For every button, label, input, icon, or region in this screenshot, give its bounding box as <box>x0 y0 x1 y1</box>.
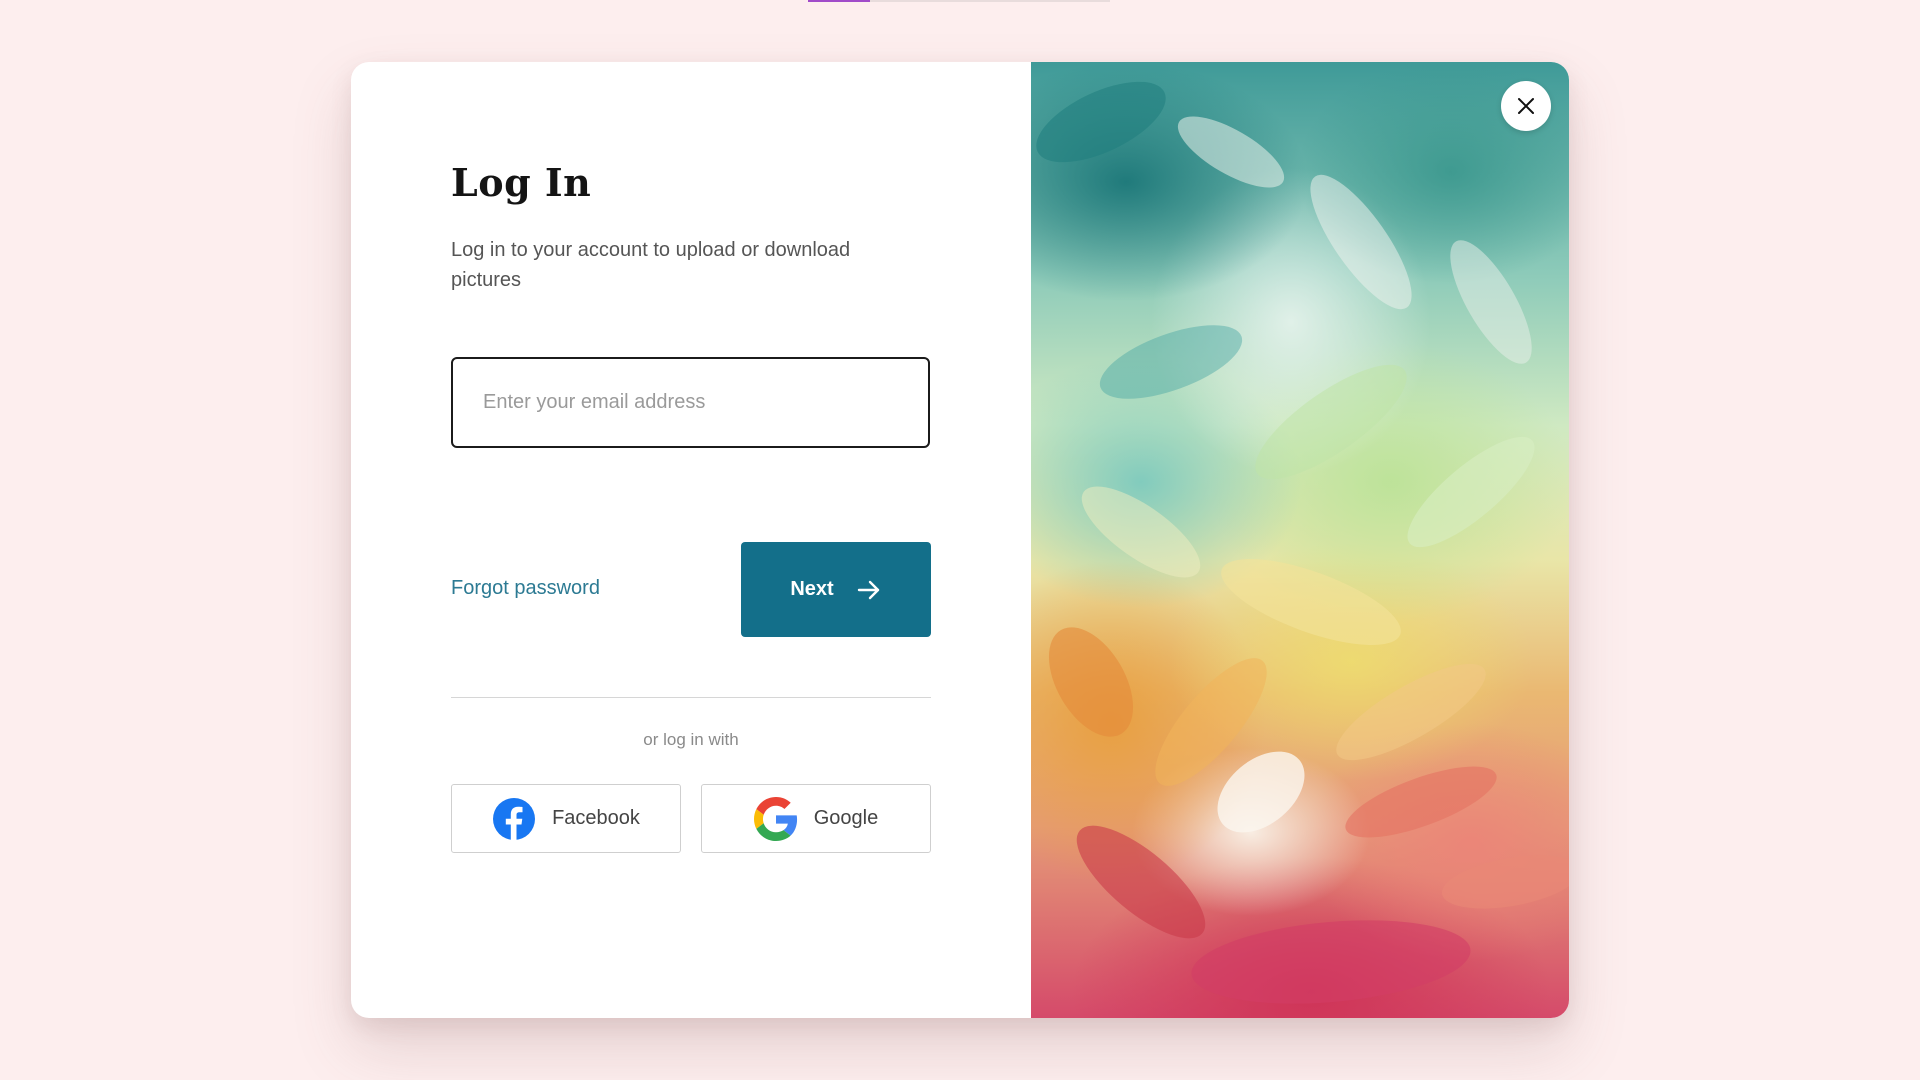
alt-login-label: or log in with <box>643 730 739 749</box>
login-modal: Log In Log in to your account to upload … <box>351 62 1569 1018</box>
facebook-label: Facebook <box>552 807 640 829</box>
divider <box>451 697 931 698</box>
facebook-login-button[interactable]: Facebook <box>451 784 681 853</box>
close-button[interactable] <box>1501 81 1551 131</box>
top-progress-indicator <box>808 0 870 2</box>
painting-strokes <box>1036 81 1569 1004</box>
login-page: Log In Log in to your account to upload … <box>0 0 1920 1080</box>
google-login-button[interactable]: Google <box>701 784 931 853</box>
close-icon <box>1516 96 1536 116</box>
email-field[interactable] <box>451 357 930 448</box>
google-label: Google <box>813 807 879 829</box>
top-progress-track <box>808 0 1110 2</box>
forgot-password-link[interactable]: Forgot password <box>451 577 600 600</box>
arrow-right-icon <box>856 577 882 603</box>
login-subtitle: Log in to your account to upload or down… <box>451 239 851 291</box>
artwork-image <box>1031 62 1569 1018</box>
google-icon <box>753 796 798 841</box>
page-title: Log In <box>451 160 592 205</box>
next-button-label: Next <box>790 578 834 600</box>
next-button[interactable]: Next <box>741 542 931 637</box>
login-form-pane: Log In Log in to your account to upload … <box>351 62 1031 1018</box>
facebook-icon <box>492 797 536 841</box>
